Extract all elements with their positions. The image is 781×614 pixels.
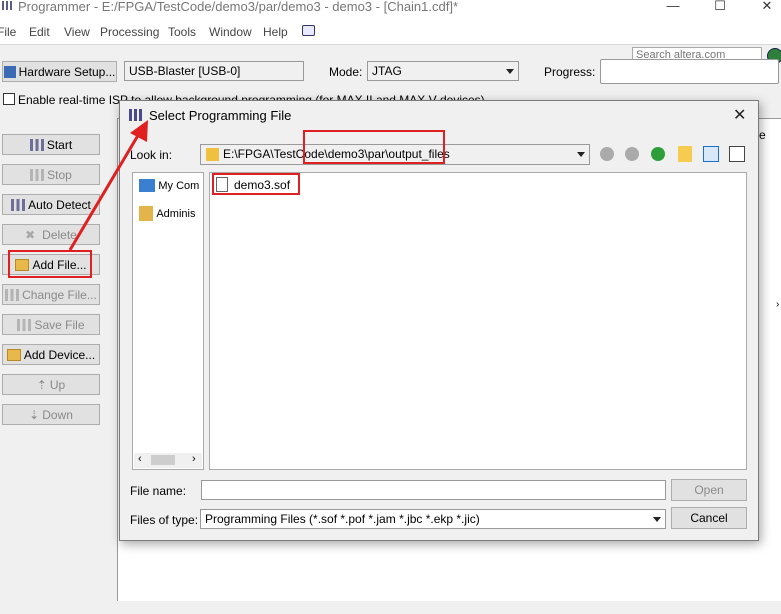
arrow-head <box>130 120 148 142</box>
arrow-line <box>68 131 142 251</box>
annotation-arrow <box>68 120 148 251</box>
